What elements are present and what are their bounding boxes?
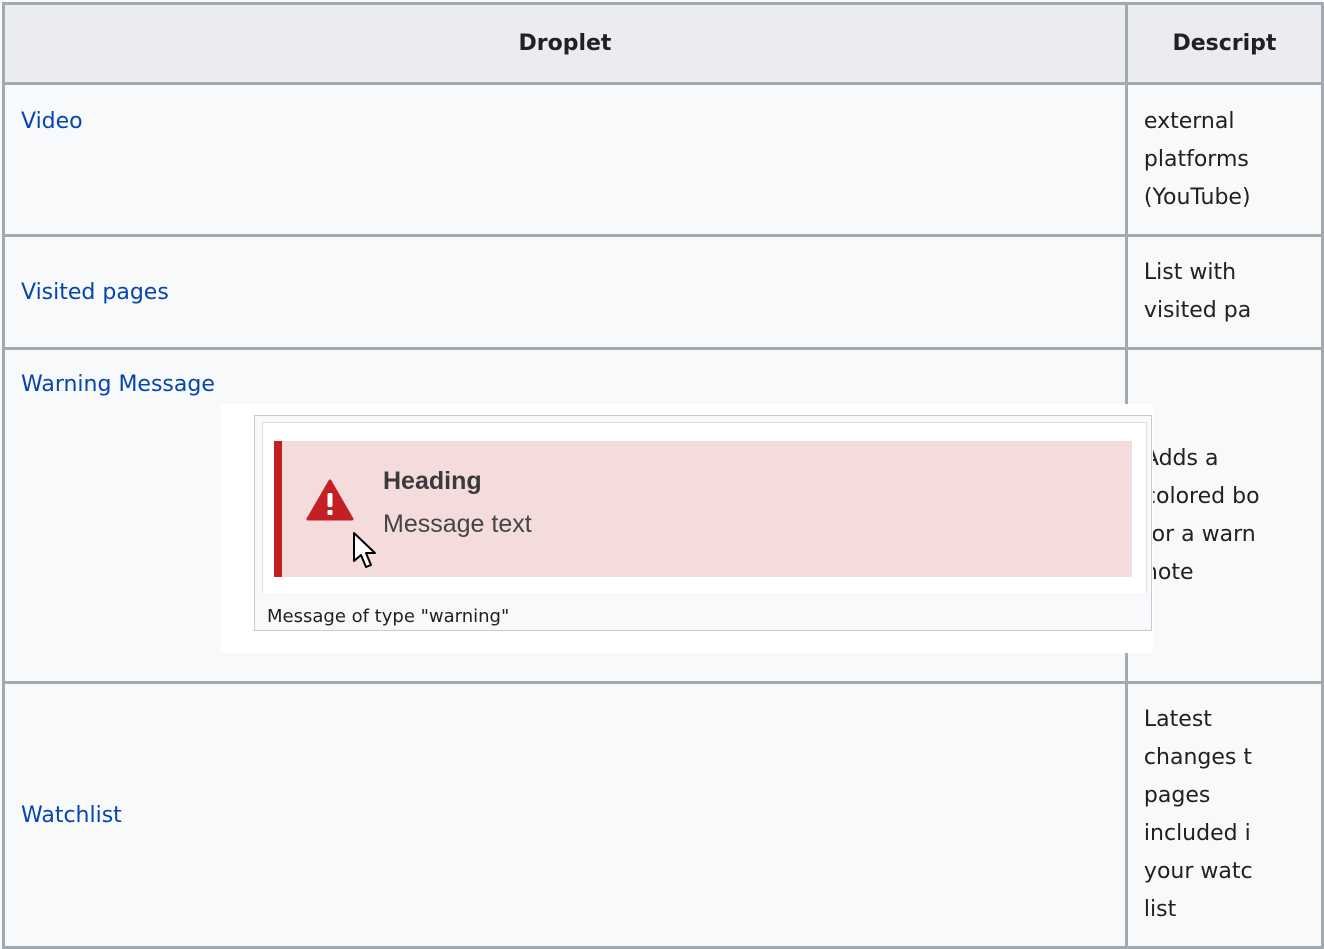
droplet-cell: Visited pages: [2, 234, 1128, 350]
description-line: included i: [1143, 821, 1251, 846]
warning-preview-image[interactable]: Heading Message text: [262, 422, 1147, 593]
droplet-cell: Video: [2, 82, 1128, 237]
description-line: your watc: [1143, 859, 1253, 884]
description-line: (YouTube): [1143, 184, 1251, 210]
description-line: List with: [1143, 260, 1237, 285]
description-line: external: [1143, 108, 1235, 134]
description-cell: Adds a colored bo for a warn note: [1124, 347, 1324, 684]
table-row: Watchlist Latest changes t pages include…: [2, 681, 1324, 949]
description-line: colored bo: [1143, 483, 1260, 509]
description-line: Latest: [1143, 707, 1212, 732]
description-line: pages: [1143, 783, 1211, 808]
description-line: for a warn: [1143, 521, 1256, 547]
droplet-link-video[interactable]: Video: [21, 109, 83, 134]
droplet-table: Droplet Descript Video external platform…: [2, 2, 1324, 949]
table-row: Visited pages List with visited pa: [2, 234, 1324, 350]
table-header-row: Droplet Descript: [2, 2, 1324, 85]
column-header-description[interactable]: Descript: [1124, 2, 1324, 85]
warning-triangle-icon: [306, 479, 354, 527]
description-line: visited pa: [1143, 298, 1252, 323]
table-row: Warning Message Heading Message text Mes…: [2, 347, 1324, 684]
description-line: platforms: [1143, 146, 1249, 172]
droplet-link-watchlist[interactable]: Watchlist: [21, 803, 122, 828]
mouse-pointer-icon: [352, 531, 380, 577]
description-cell: List with visited pa: [1124, 234, 1324, 350]
description-line: note: [1143, 559, 1194, 585]
droplet-link-visited-pages[interactable]: Visited pages: [21, 280, 169, 305]
thumbnail-frame: Heading Message text Message of type "wa…: [254, 415, 1152, 631]
thumbnail-caption: Message of type "warning": [267, 606, 510, 627]
warning-message-box: Heading Message text: [274, 441, 1132, 577]
droplet-cell: Warning Message Heading Message text Mes…: [2, 347, 1153, 684]
description-cell: Latest changes t pages included i your w…: [1124, 681, 1324, 949]
description-line: Adds a: [1143, 445, 1219, 471]
description-line: list: [1143, 897, 1177, 922]
warning-message-text: Message text: [383, 510, 532, 538]
table-row: Video external platforms (YouTube): [2, 82, 1324, 237]
droplet-cell: Watchlist: [2, 681, 1128, 949]
warning-heading: Heading: [383, 467, 482, 495]
droplet-link-warning-message[interactable]: Warning Message: [21, 372, 215, 397]
description-line: changes t: [1143, 745, 1252, 770]
column-header-droplet[interactable]: Droplet: [2, 2, 1128, 85]
warning-preview-thumbnail: Heading Message text Message of type "wa…: [221, 404, 1153, 653]
description-cell: external platforms (YouTube): [1124, 82, 1324, 237]
